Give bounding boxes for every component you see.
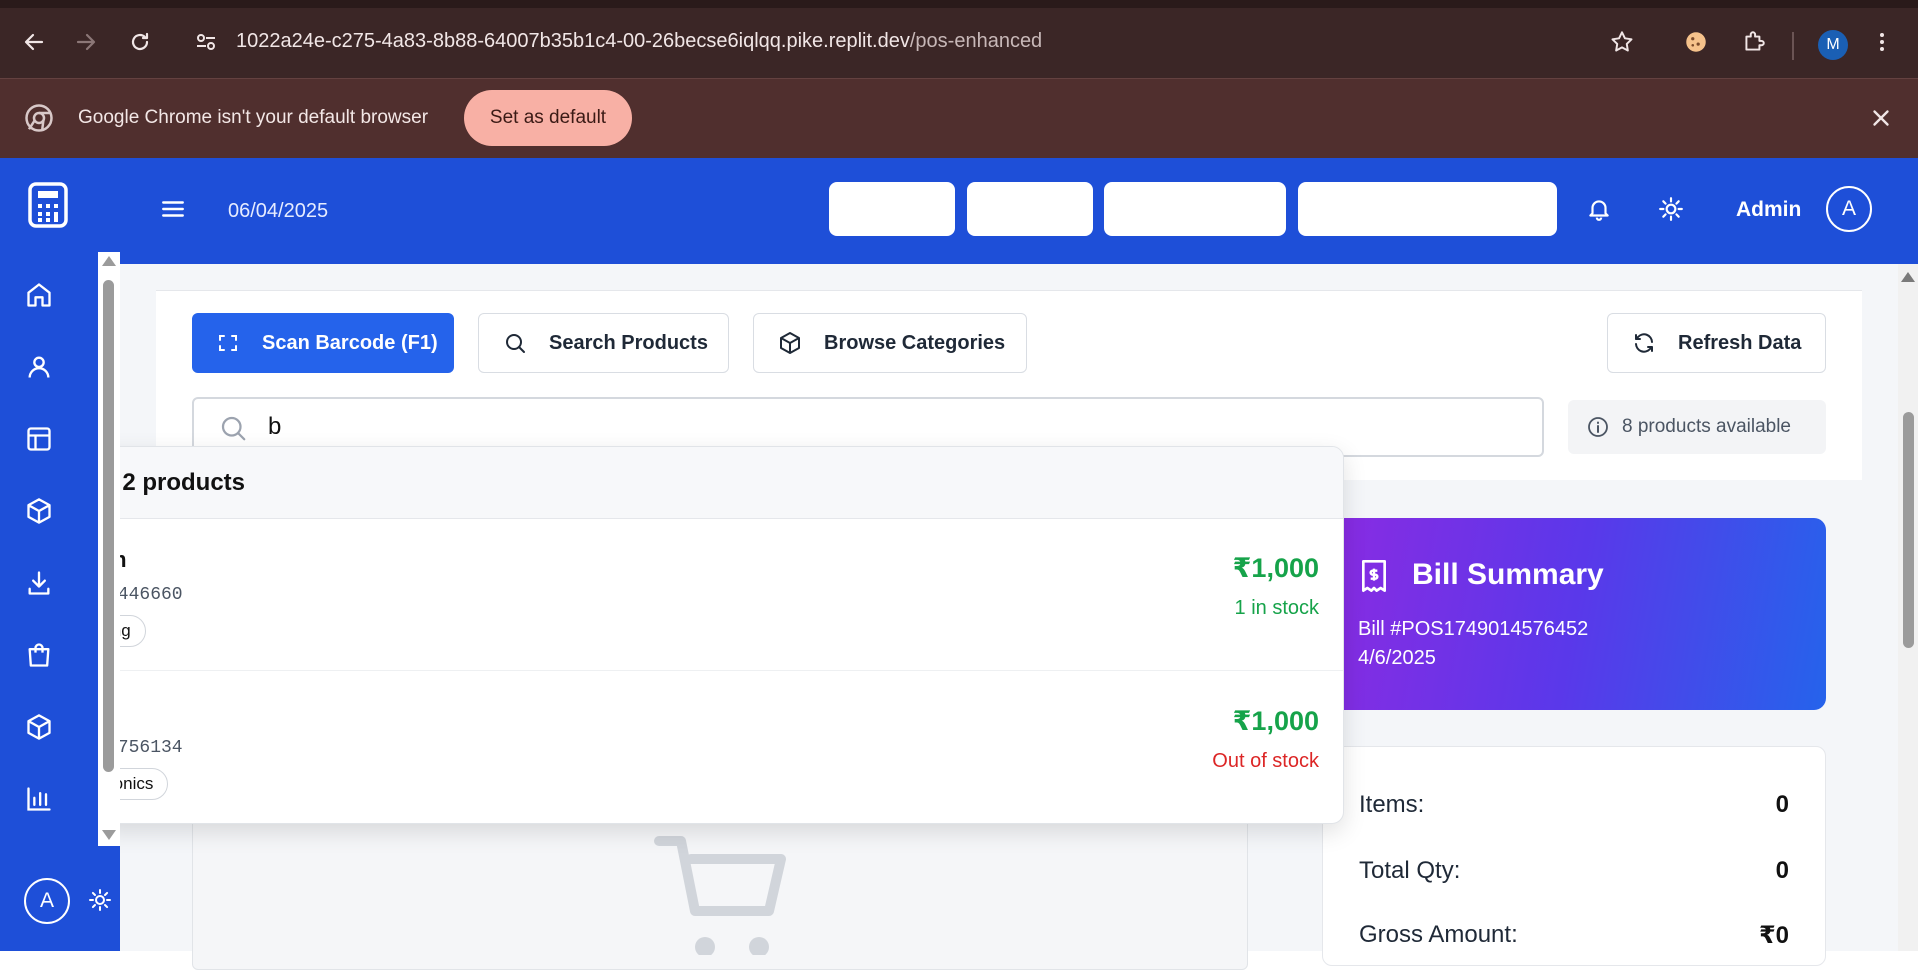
reload-icon[interactable]	[124, 26, 156, 58]
cookie-extension-icon[interactable]	[1680, 26, 1712, 58]
sidebar-user-avatar[interactable]: A	[24, 878, 70, 924]
info-icon	[1586, 415, 1610, 439]
toolbar-divider	[1792, 32, 1794, 60]
shopping-bag-icon[interactable]	[20, 636, 58, 674]
gross-amount-row: Gross Amount: ₹0	[1359, 921, 1789, 950]
refresh-data-button[interactable]: Refresh Data	[1607, 313, 1826, 373]
results-count: l 2 products	[109, 469, 246, 496]
bill-summary-title: Bill Summary	[1412, 558, 1604, 591]
url-path: /pos-enhanced	[909, 30, 1043, 52]
sidebar-scroll-thumb[interactable]	[103, 280, 114, 772]
browser-toolbar: 1022a24e-c275-4a83-8b88-64007b35b1c4-00-…	[0, 0, 1918, 78]
search-products-button[interactable]: Search Products	[478, 313, 729, 373]
header-button-1[interactable]	[829, 182, 955, 236]
profile-avatar[interactable]: M	[1818, 30, 1848, 60]
scan-barcode-button[interactable]: Scan Barcode (F1)	[192, 313, 454, 373]
search-results-dropdown: l 2 products m 5446660 ing ₹1,000 1 in s…	[98, 446, 1344, 824]
box-icon[interactable]	[20, 492, 58, 530]
receipt-icon	[1358, 558, 1390, 594]
result-item[interactable]: m 5446660 ing ₹1,000 1 in stock	[99, 519, 1343, 671]
default-browser-infobar: Google Chrome isn't your default browser…	[0, 78, 1918, 158]
chrome-logo-icon	[24, 103, 54, 133]
page-scroll-thumb[interactable]	[1903, 412, 1914, 648]
url-host: 1022a24e-c275-4a83-8b88-64007b35b1c4-00-…	[236, 30, 910, 52]
scroll-down-arrow-icon[interactable]	[102, 830, 116, 840]
bar-chart-icon[interactable]	[20, 780, 58, 818]
calculator-logo-icon[interactable]	[28, 182, 68, 228]
set-default-button[interactable]: Set as default	[464, 90, 632, 146]
scan-barcode-label: Scan Barcode (F1)	[262, 331, 438, 354]
items-label: Items:	[1359, 791, 1425, 818]
gross-amount-label: Gross Amount:	[1359, 921, 1518, 948]
scan-icon	[216, 331, 240, 355]
results-header: l 2 products	[99, 447, 1343, 519]
total-qty-value: 0	[1775, 857, 1789, 884]
products-available-text: 8 products available	[1622, 416, 1791, 437]
admin-name[interactable]: Admin	[1736, 198, 1801, 222]
package-icon[interactable]	[20, 708, 58, 746]
gross-amount-value: ₹0	[1758, 922, 1789, 949]
bill-summary-card: Bill Summary Bill #POS1749014576452 4/6/…	[1322, 518, 1826, 710]
theme-sun-icon[interactable]	[88, 888, 112, 912]
bill-number: Bill #POS1749014576452	[1358, 618, 1589, 640]
layout-icon[interactable]	[20, 420, 58, 458]
result-stock: Out of stock	[1212, 750, 1319, 772]
header-button-4[interactable]	[1298, 182, 1557, 236]
result-price: ₹1,000	[1232, 553, 1319, 583]
admin-avatar[interactable]: A	[1826, 186, 1872, 232]
user-icon[interactable]	[20, 348, 58, 386]
search-icon	[503, 331, 527, 355]
scroll-up-arrow-icon[interactable]	[102, 256, 116, 266]
result-stock: 1 in stock	[1234, 597, 1319, 619]
forward-icon[interactable]	[70, 26, 102, 58]
refresh-icon	[1632, 331, 1656, 355]
total-qty-label: Total Qty:	[1359, 857, 1461, 884]
current-date: 06/04/2025	[228, 200, 329, 222]
search-products-label: Search Products	[549, 331, 708, 354]
bell-icon[interactable]	[1586, 196, 1612, 222]
address-bar[interactable]: 1022a24e-c275-4a83-8b88-64007b35b1c4-00-…	[236, 30, 1042, 53]
extensions-puzzle-icon[interactable]	[1738, 26, 1770, 58]
browse-categories-label: Browse Categories	[824, 331, 1006, 354]
scroll-up-arrow-icon[interactable]	[1901, 272, 1915, 282]
bill-date: 4/6/2025	[1358, 647, 1436, 669]
infobar-message: Google Chrome isn't your default browser	[78, 107, 429, 128]
total-qty-row: Total Qty: 0	[1359, 857, 1789, 885]
more-menu-icon[interactable]	[1866, 26, 1898, 58]
refresh-data-label: Refresh Data	[1678, 331, 1802, 354]
shopping-cart-icon	[653, 835, 793, 955]
browse-categories-button[interactable]: Browse Categories	[753, 313, 1027, 373]
header-button-3[interactable]	[1104, 182, 1286, 236]
back-icon[interactable]	[18, 26, 50, 58]
app-header: 06/04/2025 Admin A	[0, 158, 1918, 264]
site-settings-icon[interactable]	[190, 26, 222, 58]
result-price: ₹1,000	[1232, 706, 1319, 736]
search-input-value: b	[268, 413, 282, 440]
box-icon	[778, 331, 802, 355]
search-icon	[218, 413, 248, 443]
close-icon[interactable]	[1868, 105, 1894, 131]
hamburger-menu-icon[interactable]	[160, 196, 186, 222]
header-button-2[interactable]	[967, 182, 1093, 236]
items-value: 0	[1775, 791, 1789, 818]
result-item[interactable]: n 2756134 ronics ₹1,000 Out of stock	[99, 672, 1343, 823]
home-icon[interactable]	[20, 276, 58, 314]
bill-totals-card: Items: 0 Total Qty: 0 Gross Amount: ₹0	[1322, 746, 1826, 966]
items-row: Items: 0	[1359, 791, 1789, 819]
download-icon[interactable]	[20, 564, 58, 602]
theme-sun-icon[interactable]	[1658, 196, 1684, 222]
bookmark-star-icon[interactable]	[1606, 26, 1638, 58]
products-available-badge: 8 products available	[1568, 400, 1826, 454]
